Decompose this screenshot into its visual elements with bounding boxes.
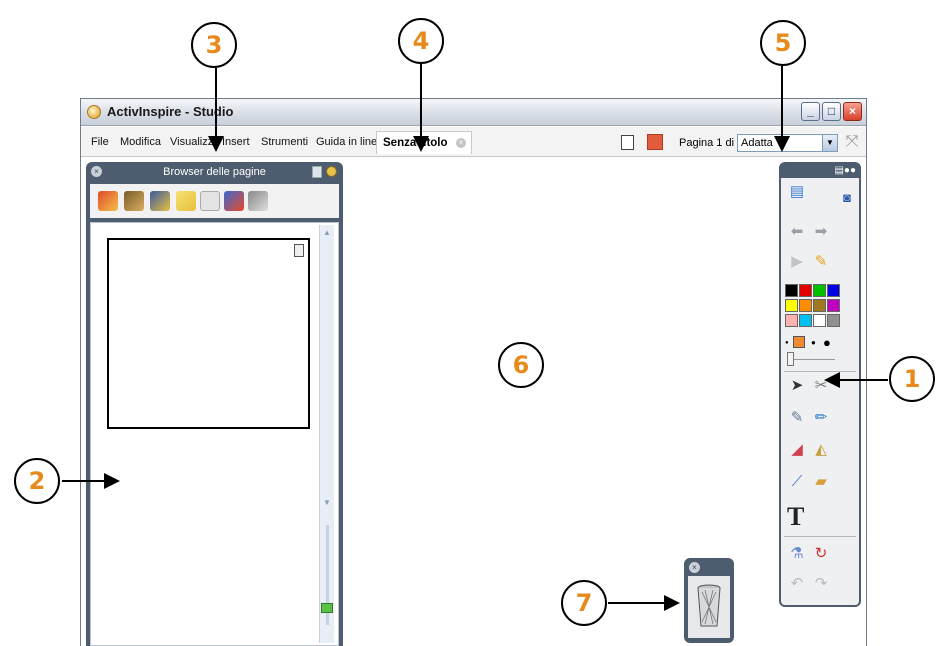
callout-1: 1 — [889, 356, 935, 402]
callout-4: 4 — [398, 18, 444, 64]
callout-2: 2 — [14, 458, 60, 504]
callout-7: 7 — [561, 580, 607, 626]
callout-6: 6 — [498, 342, 544, 388]
callout-arrows — [62, 64, 888, 611]
callout-3: 3 — [191, 22, 237, 68]
callout-5: 5 — [760, 20, 806, 66]
